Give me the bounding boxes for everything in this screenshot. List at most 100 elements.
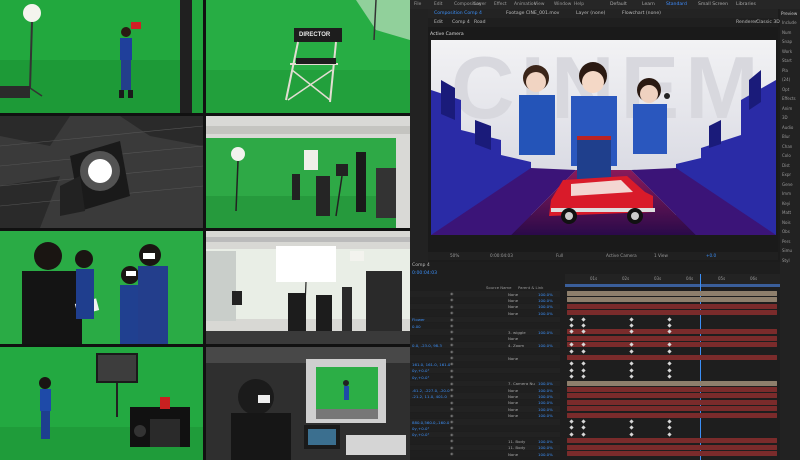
layer-row[interactable] bbox=[410, 316, 560, 323]
eye-icon[interactable]: ◉ bbox=[450, 304, 454, 309]
tab-layer[interactable]: Layer (none) bbox=[576, 11, 605, 16]
right-panel-item[interactable]: 3D bbox=[782, 115, 788, 120]
eye-icon[interactable]: ◉ bbox=[450, 310, 454, 315]
layer-row[interactable] bbox=[410, 348, 560, 355]
right-panel-item[interactable]: Anim bbox=[782, 106, 792, 111]
right-panel-item[interactable]: Opt bbox=[782, 87, 789, 92]
comp-tab-edit[interactable]: Edit bbox=[434, 20, 443, 25]
right-panel-item[interactable]: Keyi bbox=[782, 201, 790, 206]
layer-duration-bar[interactable] bbox=[567, 303, 777, 309]
tab-footage[interactable]: Footage CINE_001.mov bbox=[506, 11, 559, 16]
view-layout[interactable]: 1 View bbox=[654, 253, 668, 258]
work-area-bar[interactable] bbox=[565, 284, 780, 287]
layer-duration-bar[interactable] bbox=[567, 444, 777, 450]
layer-row[interactable] bbox=[410, 367, 560, 374]
menu-item-file[interactable]: File bbox=[414, 2, 421, 7]
layer-row[interactable] bbox=[410, 431, 560, 438]
exposure[interactable]: +0.0 bbox=[706, 253, 716, 258]
menu-item-edit[interactable]: Edit bbox=[434, 2, 443, 7]
layer-duration-bar[interactable] bbox=[567, 342, 777, 348]
camera-select[interactable]: Active Camera bbox=[606, 253, 637, 258]
eye-icon[interactable]: ◉ bbox=[450, 317, 454, 322]
right-panel-item[interactable]: (24) bbox=[782, 77, 790, 82]
layer-duration-bar[interactable] bbox=[567, 380, 777, 386]
eye-icon[interactable]: ◉ bbox=[450, 329, 454, 334]
right-panel-item[interactable]: Nois bbox=[782, 220, 791, 225]
eye-icon[interactable]: ◉ bbox=[450, 393, 454, 398]
eye-icon[interactable]: ◉ bbox=[450, 381, 454, 386]
right-panel-item[interactable]: Include bbox=[782, 20, 797, 25]
layer-duration-bar[interactable] bbox=[567, 399, 777, 405]
eye-icon[interactable]: ◉ bbox=[450, 342, 454, 347]
layer-row[interactable] bbox=[410, 374, 560, 380]
eye-icon[interactable]: ◉ bbox=[450, 451, 454, 456]
right-panel-item[interactable]: Start bbox=[782, 58, 792, 63]
right-panel-item[interactable]: Obs bbox=[782, 229, 790, 234]
layer-duration-bar[interactable] bbox=[567, 438, 777, 444]
layer-duration-bar[interactable] bbox=[567, 393, 777, 399]
right-panel-item[interactable]: Pers bbox=[782, 239, 790, 244]
eye-icon[interactable]: ◉ bbox=[450, 425, 454, 430]
right-panel-item[interactable]: Imm bbox=[782, 191, 791, 196]
renderer-value[interactable]: Classic 3D bbox=[756, 20, 780, 25]
layer-row[interactable] bbox=[410, 323, 560, 329]
eye-icon[interactable]: ◉ bbox=[450, 323, 454, 328]
workspace-libraries[interactable]: Libraries bbox=[736, 2, 756, 7]
eye-icon[interactable]: ◉ bbox=[450, 413, 454, 418]
layer-duration-bar[interactable] bbox=[567, 355, 777, 360]
comp-tab-comp4[interactable]: Comp 4 bbox=[452, 20, 470, 25]
right-panel-item[interactable]: Dist bbox=[782, 163, 790, 168]
layer-duration-bar[interactable] bbox=[567, 291, 777, 296]
eye-icon[interactable]: ◉ bbox=[450, 419, 454, 424]
right-panel-item[interactable]: Num bbox=[782, 30, 791, 35]
menu-item-help[interactable]: Help bbox=[574, 2, 584, 7]
layer-duration-bar[interactable] bbox=[567, 335, 777, 341]
layer-row[interactable] bbox=[410, 355, 560, 361]
eye-icon[interactable]: ◉ bbox=[450, 400, 454, 405]
layer-duration-bar[interactable] bbox=[567, 451, 777, 456]
comp-tab-road[interactable]: Road bbox=[474, 20, 486, 25]
layer-duration-bar[interactable] bbox=[567, 329, 777, 335]
zoom-level[interactable]: 50% bbox=[450, 253, 459, 258]
right-panel-item[interactable]: Styl bbox=[782, 258, 790, 263]
right-panel-item[interactable]: Matt bbox=[782, 210, 791, 215]
eye-icon[interactable]: ◉ bbox=[450, 361, 454, 366]
menu-item-effect[interactable]: Effect bbox=[494, 2, 507, 7]
eye-icon[interactable]: ◉ bbox=[450, 297, 454, 302]
right-panel-item[interactable]: Chan bbox=[782, 144, 792, 149]
right-panel-item[interactable]: Snap bbox=[782, 39, 792, 44]
right-panel-item[interactable]: Blur bbox=[782, 134, 790, 139]
tab-composition[interactable]: Composition Comp 4 bbox=[434, 11, 482, 16]
eye-icon[interactable]: ◉ bbox=[450, 368, 454, 373]
eye-icon[interactable]: ◉ bbox=[450, 406, 454, 411]
eye-icon[interactable]: ◉ bbox=[450, 374, 454, 379]
right-panel-item[interactable]: Pla bbox=[782, 68, 788, 73]
layer-duration-bar[interactable] bbox=[567, 406, 777, 412]
layer-row[interactable] bbox=[410, 335, 560, 342]
eye-icon[interactable]: ◉ bbox=[450, 387, 454, 392]
layer-duration-bar[interactable] bbox=[567, 412, 777, 418]
eye-icon[interactable]: ◉ bbox=[450, 349, 454, 354]
menu-item-window[interactable]: Window bbox=[554, 2, 571, 7]
workspace-default[interactable]: Default bbox=[610, 2, 627, 7]
eye-icon[interactable]: ◉ bbox=[450, 291, 454, 296]
tab-flowchart[interactable]: Flowchart (none) bbox=[622, 11, 661, 16]
menu-item-view[interactable]: View bbox=[534, 2, 544, 7]
viewer-timecode[interactable]: 0:00:04:03 bbox=[490, 253, 513, 258]
workspace-learn[interactable]: Learn bbox=[642, 2, 655, 7]
eye-icon[interactable]: ◉ bbox=[450, 438, 454, 443]
right-panel-item[interactable]: Colo bbox=[782, 153, 791, 158]
eye-icon[interactable]: ◉ bbox=[450, 445, 454, 450]
right-panel-item[interactable]: Work bbox=[782, 49, 792, 54]
right-panel-item[interactable]: Simu bbox=[782, 248, 792, 253]
eye-icon[interactable]: ◉ bbox=[450, 355, 454, 360]
right-panel-item[interactable]: Expr bbox=[782, 172, 791, 177]
layer-duration-bar[interactable] bbox=[567, 297, 777, 303]
eye-icon[interactable]: ◉ bbox=[450, 336, 454, 341]
right-panel-item[interactable]: Effects bbox=[782, 96, 796, 101]
workspace-small-screen[interactable]: Small Screen bbox=[698, 2, 728, 7]
eye-icon[interactable]: ◉ bbox=[450, 432, 454, 437]
right-panel-item[interactable]: Audio bbox=[782, 125, 793, 130]
layer-row[interactable] bbox=[410, 425, 560, 431]
timeline-tab[interactable]: Comp 4 bbox=[412, 263, 430, 268]
